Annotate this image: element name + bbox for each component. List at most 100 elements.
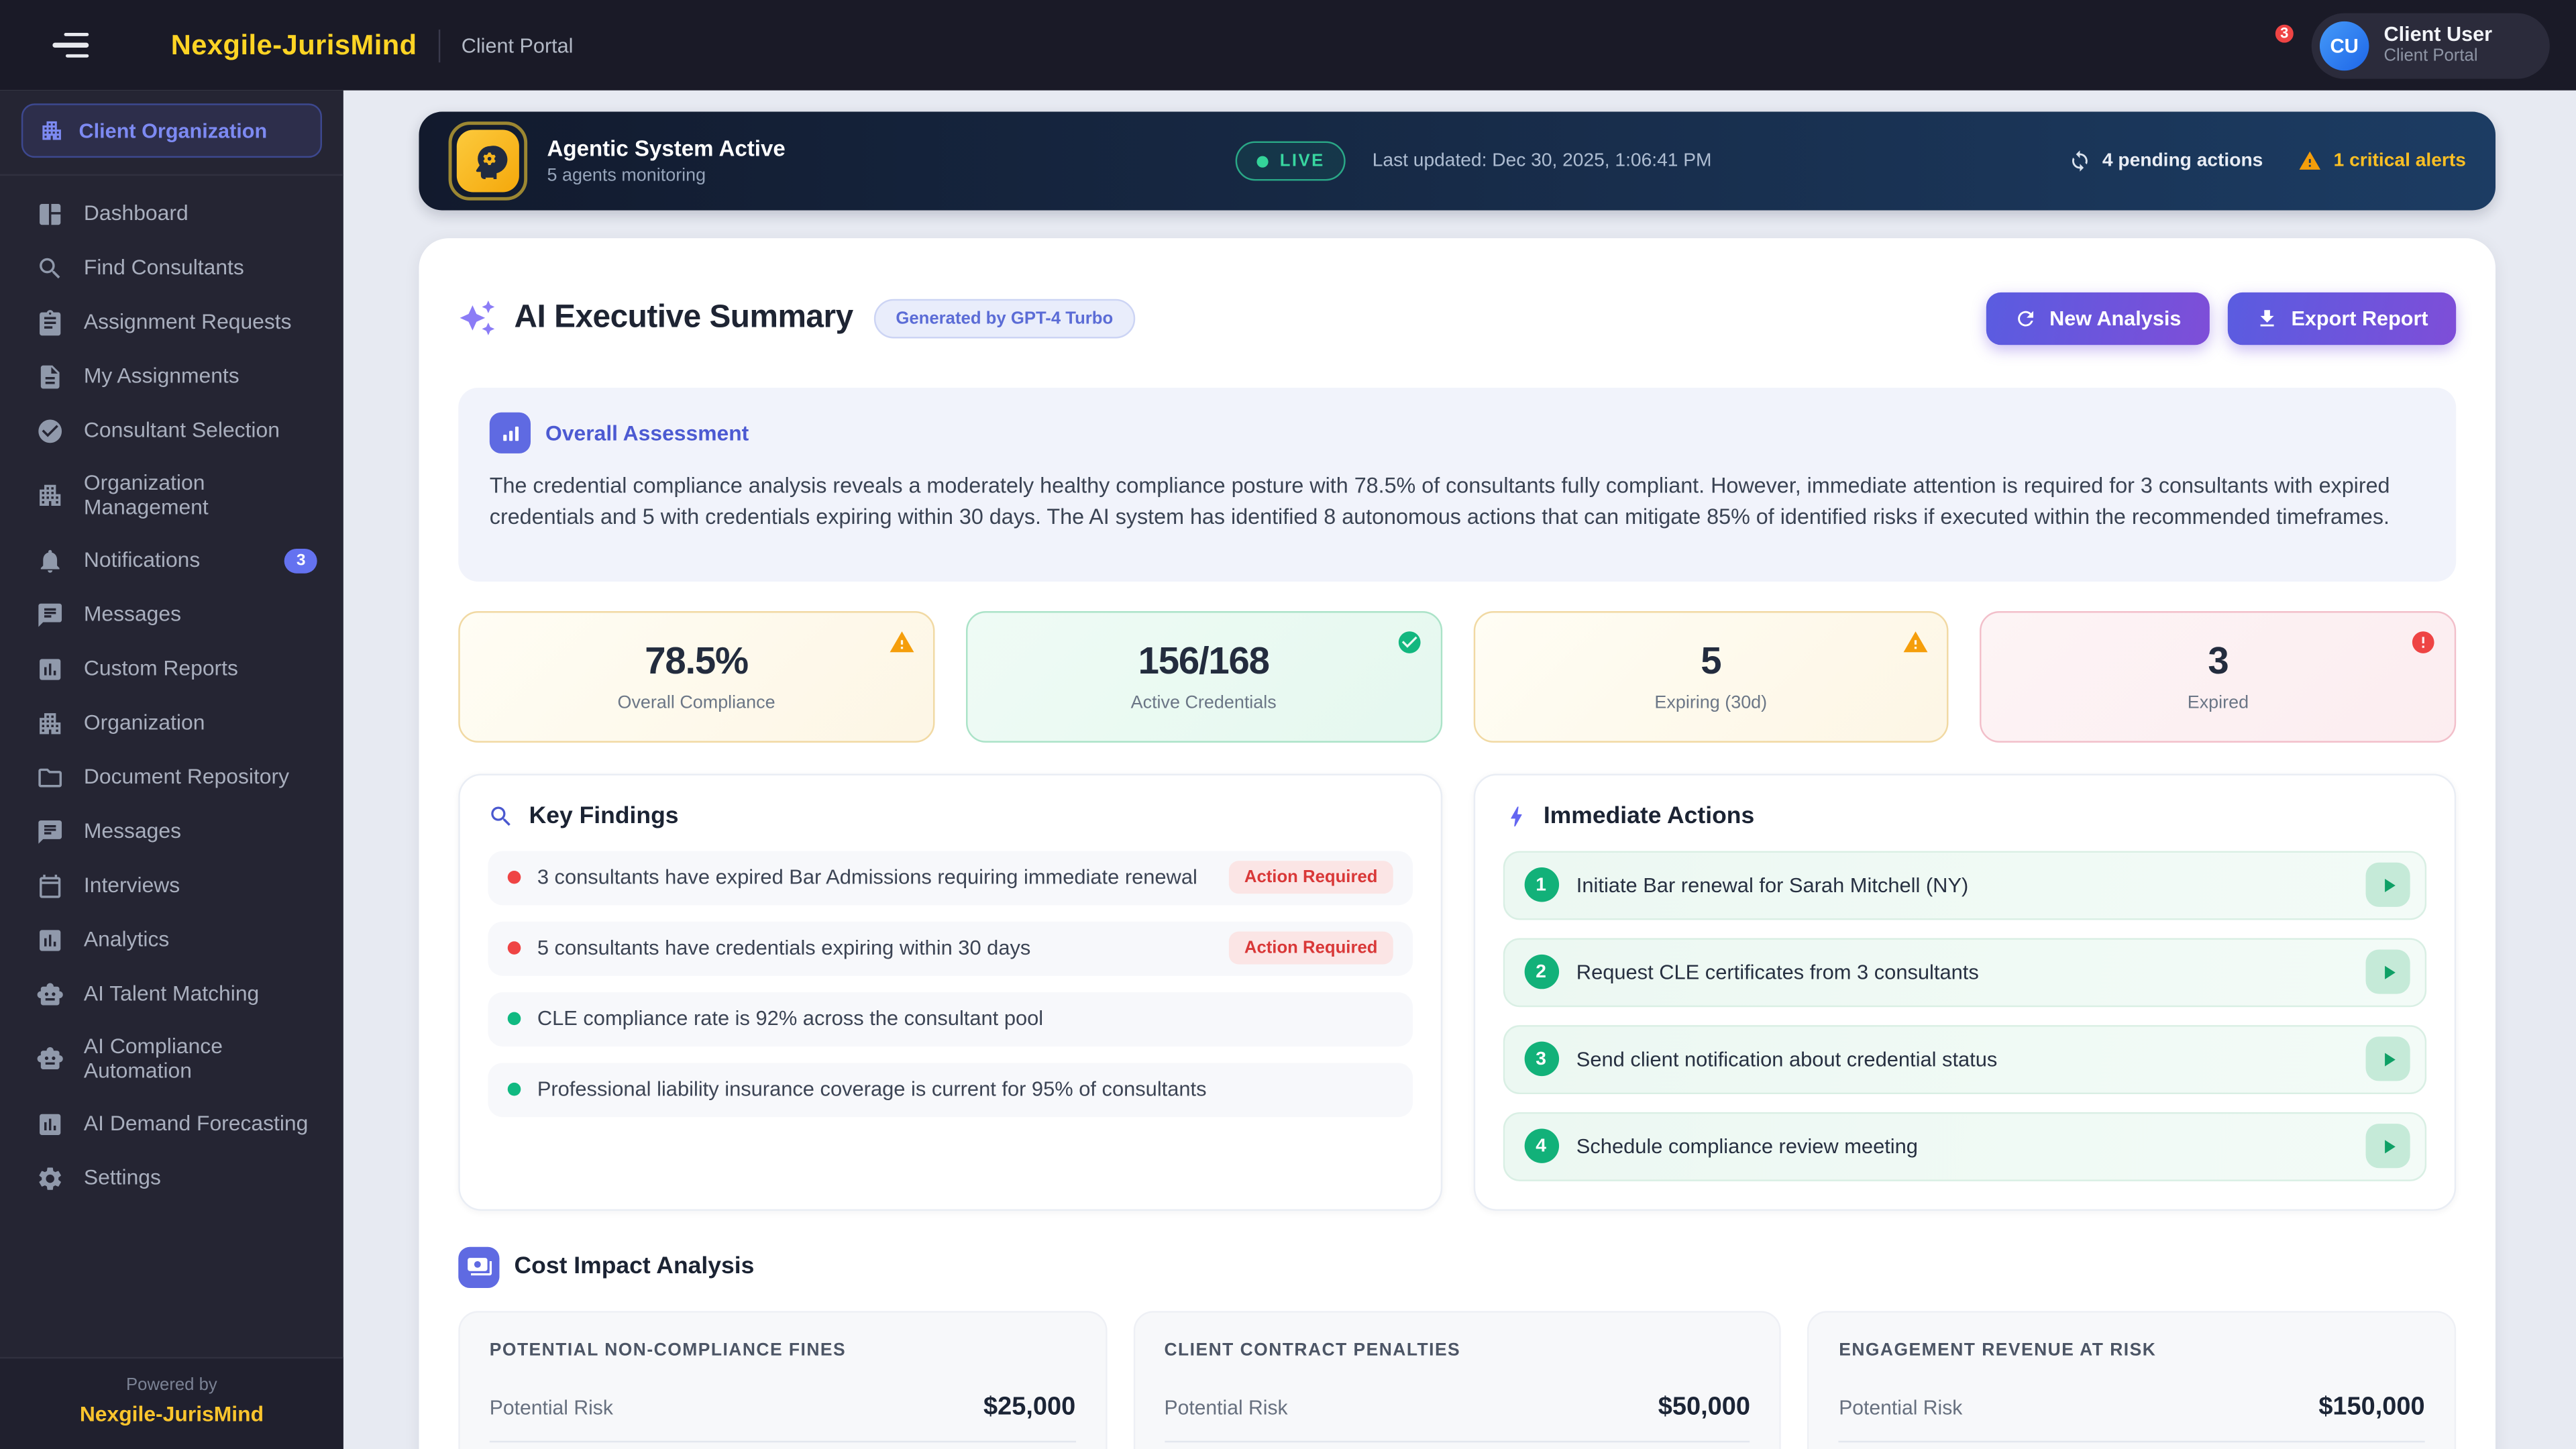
building-icon (40, 118, 64, 143)
sidebar-item-label: AI Demand Forecasting (84, 1112, 327, 1136)
immediate-actions-title: Immediate Actions (1544, 803, 1754, 829)
cost-card-title: POTENTIAL NON-COMPLIANCE FINES (490, 1340, 1075, 1360)
stat-value: 5 (1701, 639, 1721, 684)
action-number: 2 (1523, 955, 1558, 989)
sidebar-item-notifications[interactable]: Notifications3 (0, 534, 343, 588)
gavel-logo-icon (125, 29, 158, 62)
user-menu-button[interactable]: CU Client User Client Portal (2312, 12, 2550, 78)
execute-action-button[interactable] (2366, 950, 2410, 994)
sidebar-item-consultant-selection[interactable]: Consultant Selection (0, 404, 343, 458)
play-icon (2376, 961, 2399, 983)
immediate-action-item: 2 Request CLE certificates from 3 consult… (1503, 938, 2427, 1007)
critical-alerts-status: 1 critical alerts (2299, 150, 2466, 172)
risk-label: Potential Risk (490, 1396, 613, 1419)
sidebar-item-ai-compliance-automation[interactable]: AI Compliance Automation (0, 1022, 343, 1097)
sidebar-item-custom-reports[interactable]: Custom Reports (0, 642, 343, 696)
export-report-button[interactable]: Export Report (2227, 292, 2456, 344)
finding-item: CLE compliance rate is 92% across the co… (488, 992, 1412, 1046)
warning-triangle-icon (888, 629, 914, 655)
agent-icon-ring (449, 121, 528, 201)
action-number: 4 (1523, 1129, 1558, 1163)
finding-text: CLE compliance rate is 92% across the co… (537, 1008, 1393, 1030)
psychology-head-icon (469, 142, 506, 180)
avatar: CU (2320, 21, 2369, 70)
calendar-icon (36, 872, 64, 900)
sidebar-item-find-consultants[interactable]: Find Consultants (0, 241, 343, 296)
cost-card-potential-non-compliance-fines: POTENTIAL NON-COMPLIANCE FINES Potential … (458, 1311, 1107, 1449)
robot-icon (36, 981, 64, 1009)
new-analysis-button[interactable]: New Analysis (1986, 292, 2209, 344)
brand-name: Nexgile-JurisMind (171, 29, 417, 62)
sidebar-item-client-organization[interactable]: Client Organization (21, 103, 322, 158)
assessment-title: Overall Assessment (545, 421, 749, 445)
sidebar-item-dashboard[interactable]: Dashboard (0, 187, 343, 241)
sidebar-item-ai-demand-forecasting[interactable]: AI Demand Forecasting (0, 1097, 343, 1151)
immediate-action-item: 1Initiate Bar renewal for Sarah Mitchell… (1503, 851, 2427, 920)
notification-count-badge: 3 (2272, 21, 2297, 46)
cost-card-title: ENGAGEMENT REVENUE AT RISK (1839, 1340, 2424, 1360)
risk-label: Potential Risk (1839, 1396, 1962, 1419)
ai-summary-card: AI Executive Summary Generated by GPT-4 … (419, 238, 2496, 1449)
warning-triangle-icon (2299, 150, 2322, 172)
hamburger-menu-icon[interactable] (52, 33, 89, 58)
sidebar-item-label: Client Organization (79, 119, 268, 142)
severity-dot (508, 1083, 521, 1097)
sidebar-item-label: Organization (84, 711, 327, 736)
sidebar-item-organization[interactable]: Organization (0, 696, 343, 751)
actions-list: 1Initiate Bar renewal for Sarah Mitchell… (1503, 851, 2427, 1181)
divider (1839, 1440, 2424, 1442)
main-content: Agentic System Active 5 agents monitorin… (343, 91, 2576, 1449)
lightning-bolt-icon (1503, 803, 1529, 829)
bell-icon (36, 547, 64, 575)
findings-list: 3 consultants have expired Bar Admission… (488, 851, 1412, 1117)
clipboard-icon (36, 309, 64, 337)
sparkles-icon (458, 299, 496, 337)
sidebar-item-label: Messages (84, 603, 327, 628)
sidebar-item-document-repository[interactable]: Document Repository (0, 751, 343, 805)
action-text: Request CLE certificates from 3 consulta… (1576, 961, 2348, 983)
stat-card-expiring-30d: 5Expiring (30d) (1473, 610, 1949, 742)
sidebar-item-ai-talent-matching[interactable]: AI Talent Matching (0, 967, 343, 1022)
bar-chart-icon (36, 926, 64, 955)
stat-grid: 78.5%Overall Compliance156/168Active Cre… (458, 610, 2456, 742)
warning-triangle-icon (1903, 629, 1929, 655)
notifications-bell-button[interactable]: 3 (2253, 29, 2286, 62)
sidebar-item-assignment-requests[interactable]: Assignment Requests (0, 296, 343, 350)
banner-title: Agentic System Active (547, 136, 786, 161)
search-icon (488, 803, 514, 829)
chat-icon (36, 818, 64, 846)
execute-action-button[interactable] (2366, 1124, 2410, 1169)
sidebar-footer: Powered by Nexgile-JurisMind (0, 1357, 343, 1449)
error-circle-icon (2410, 629, 2436, 655)
execute-action-button[interactable] (2366, 1037, 2410, 1081)
severity-dot (508, 942, 521, 955)
download-icon (2255, 307, 2278, 329)
cost-grid: POTENTIAL NON-COMPLIANCE FINES Potential … (458, 1311, 2456, 1449)
sidebar-item-analytics[interactable]: Analytics (0, 913, 343, 967)
search-icon (36, 255, 64, 283)
sidebar-item-my-assignments[interactable]: My Assignments (0, 350, 343, 405)
document-icon (36, 363, 64, 391)
sidebar-item-interviews[interactable]: Interviews (0, 859, 343, 914)
severity-dot (508, 871, 521, 885)
stat-card-overall-compliance: 78.5%Overall Compliance (458, 610, 934, 742)
sidebar-item-settings[interactable]: Settings (0, 1151, 343, 1205)
execute-action-button[interactable] (2366, 863, 2410, 907)
sidebar-item-messages[interactable]: Messages (0, 588, 343, 642)
stat-value: 3 (2208, 639, 2228, 684)
sidebar-item-messages[interactable]: Messages (0, 805, 343, 859)
agentic-status-banner: Agentic System Active 5 agents monitorin… (419, 112, 2496, 211)
pending-actions-status: 4 pending actions (2068, 150, 2263, 172)
action-number: 1 (1523, 868, 1558, 902)
topbar-right: 3 CU Client User Client Portal (2253, 12, 2550, 78)
immediate-action-item: 4Schedule compliance review meeting (1503, 1112, 2427, 1181)
cost-impact-title: Cost Impact Analysis (515, 1254, 755, 1280)
footer-brand: Nexgile-JurisMind (10, 1401, 333, 1426)
generated-by-badge: Generated by GPT-4 Turbo (875, 299, 1135, 338)
finding-text: Professional liability insurance coverag… (537, 1078, 1393, 1101)
sidebar-item-label: Settings (84, 1166, 327, 1191)
play-icon (2376, 1048, 2399, 1071)
top-bar: Nexgile-JurisMind Client Portal 3 CU Cli… (0, 0, 2576, 91)
sidebar-item-organization-management[interactable]: Organization Management (0, 458, 343, 533)
live-badge: LIVE (1236, 142, 1346, 181)
